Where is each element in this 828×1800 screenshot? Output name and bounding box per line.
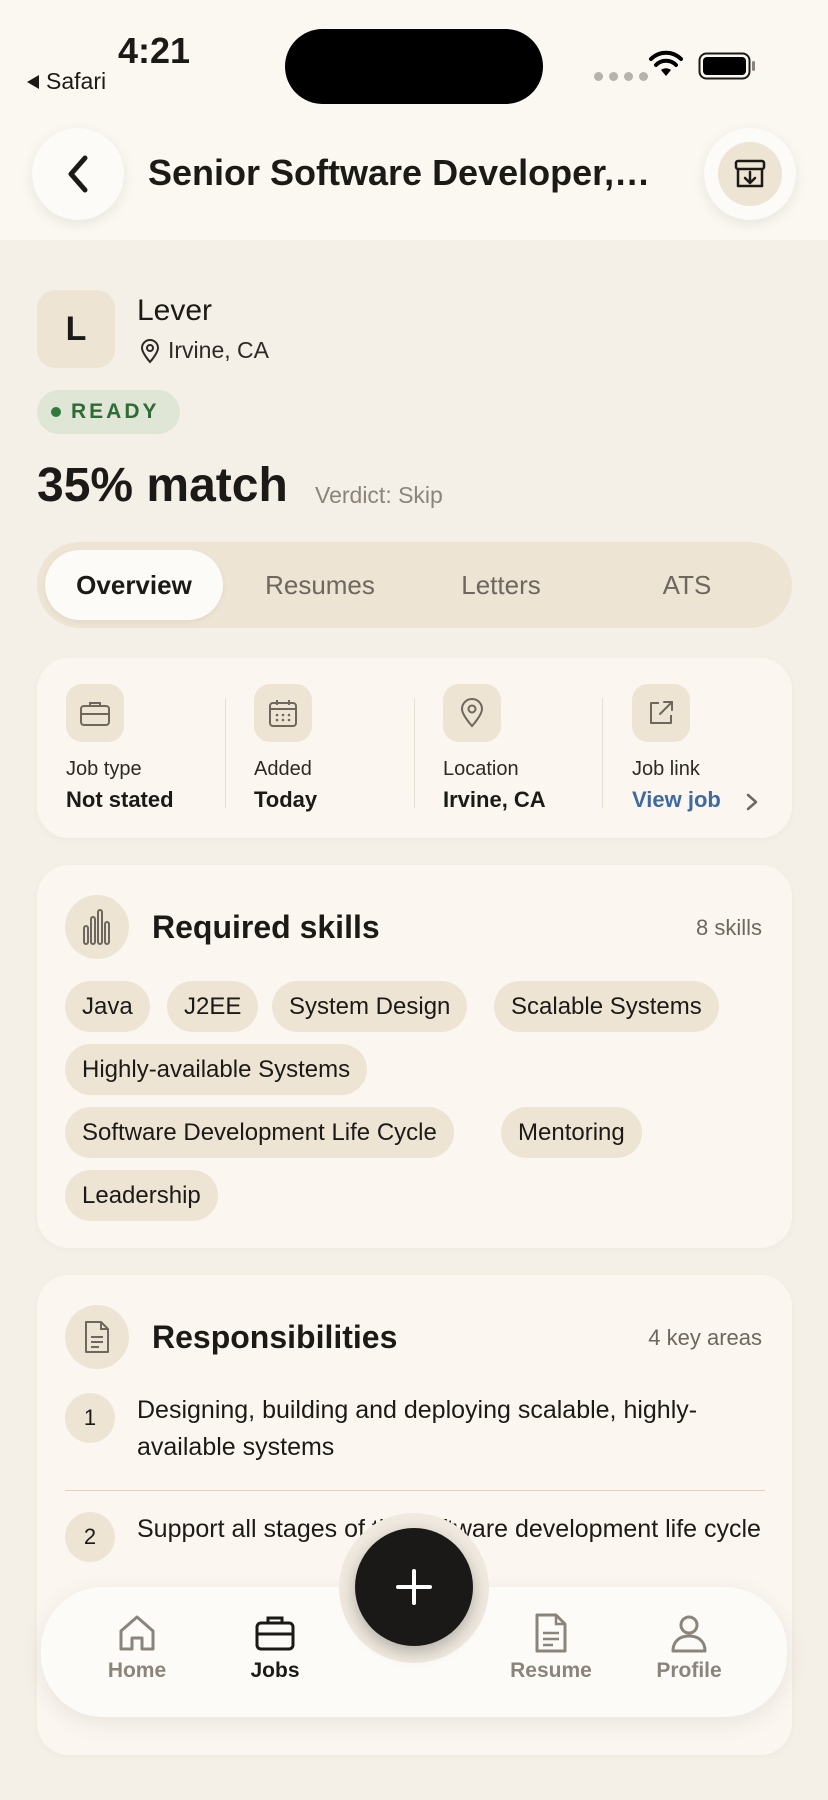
info-label: Job link bbox=[632, 758, 700, 780]
skills-count: 8 skills bbox=[695, 915, 762, 940]
calendar-icon bbox=[269, 700, 297, 727]
responsibility-text: Designing, building and deploying scalab… bbox=[137, 1396, 698, 1461]
chevron-right-icon[interactable] bbox=[745, 792, 759, 812]
status-badge: READY bbox=[37, 390, 180, 434]
required-skills-card: Required skills 8 skills Java J2EE Syste… bbox=[37, 865, 792, 1248]
nav-label: Jobs bbox=[250, 1659, 300, 1682]
page-header: Senior Software Developer,… bbox=[0, 110, 828, 240]
nav-resume[interactable]: Resume bbox=[496, 1613, 606, 1683]
back-to-app-link[interactable]: Safari bbox=[26, 68, 106, 95]
dynamic-island bbox=[285, 29, 543, 104]
skill-chip: Software Development Life Cycle bbox=[65, 1107, 454, 1158]
info-value: Irvine, CA bbox=[443, 787, 546, 812]
skill-chip: J2EE bbox=[167, 981, 259, 1032]
company-location-text: Irvine, CA bbox=[168, 337, 269, 363]
status-bar: 4:21 Safari bbox=[0, 0, 828, 110]
info-value: Today bbox=[254, 787, 318, 812]
page-title: Senior Software Developer,… bbox=[148, 152, 651, 193]
chevron-left-icon bbox=[68, 155, 88, 193]
skills-section-icon bbox=[65, 895, 129, 959]
add-button[interactable] bbox=[355, 1528, 473, 1646]
back-triangle-icon bbox=[27, 74, 39, 89]
tab-bar: Overview Resumes Letters ATS bbox=[37, 542, 792, 628]
skill-chip: Mentoring bbox=[501, 1107, 642, 1158]
home-icon bbox=[119, 1615, 155, 1651]
divider bbox=[602, 698, 603, 808]
skill-chip: Leadership bbox=[65, 1170, 218, 1221]
person-icon bbox=[671, 1615, 707, 1653]
plus-icon bbox=[396, 1569, 432, 1605]
divider bbox=[414, 698, 415, 808]
bar-chart-icon bbox=[83, 909, 110, 945]
skill-chip: Highly-available Systems bbox=[65, 1044, 368, 1095]
responsibilities-count: 4 key areas bbox=[648, 1325, 762, 1350]
responsibility-number: 2 bbox=[65, 1512, 115, 1562]
signal-dots-icon bbox=[594, 72, 648, 81]
nav-label: Resume bbox=[510, 1659, 592, 1682]
battery-icon bbox=[698, 52, 755, 80]
responsibilities-section-icon bbox=[65, 1305, 129, 1369]
briefcase-icon bbox=[255, 1616, 295, 1651]
divider bbox=[65, 1490, 765, 1491]
nav-home[interactable]: Home bbox=[82, 1613, 192, 1683]
briefcase-icon bbox=[80, 702, 110, 726]
skill-chip: Scalable Systems bbox=[494, 981, 719, 1032]
nav-profile[interactable]: Profile bbox=[634, 1613, 744, 1683]
company-avatar: L bbox=[37, 290, 115, 368]
company-location: Irvine, CA bbox=[140, 337, 269, 364]
archive-button[interactable] bbox=[704, 128, 796, 220]
status-dot-icon bbox=[51, 407, 61, 417]
verdict-text: Verdict: Skip bbox=[315, 482, 443, 508]
info-job-type: Job type Not stated bbox=[66, 684, 174, 813]
job-info-card: Job type Not stated Added Today Location… bbox=[37, 658, 792, 838]
skill-chip: System Design bbox=[272, 981, 468, 1032]
nav-label: Home bbox=[107, 1659, 167, 1682]
info-label: Job type bbox=[66, 758, 142, 780]
nav-jobs[interactable]: Jobs bbox=[220, 1613, 330, 1683]
info-added: Added Today bbox=[254, 684, 317, 813]
section-title: Required skills bbox=[152, 909, 380, 945]
info-job-link[interactable]: Job link View job bbox=[632, 684, 721, 813]
wifi-icon bbox=[649, 50, 683, 76]
location-pin-icon bbox=[460, 698, 484, 728]
info-location: Location Irvine, CA bbox=[443, 684, 546, 813]
status-time: 4:21 bbox=[118, 30, 191, 71]
skill-chip: Java bbox=[65, 981, 150, 1032]
back-app-label: Safari bbox=[46, 68, 107, 94]
archive-icon bbox=[734, 159, 766, 188]
info-label: Added bbox=[254, 758, 312, 780]
location-pin-icon bbox=[140, 338, 160, 364]
document-icon bbox=[535, 1613, 567, 1653]
nav-label: Profile bbox=[656, 1659, 722, 1682]
info-value: Not stated bbox=[66, 787, 174, 812]
tab-ats[interactable]: ATS bbox=[607, 550, 767, 620]
info-label: Location bbox=[443, 758, 519, 780]
status-badge-label: READY bbox=[71, 400, 160, 423]
tab-overview[interactable]: Overview bbox=[45, 550, 223, 620]
tab-resumes[interactable]: Resumes bbox=[235, 550, 405, 620]
view-job-link[interactable]: View job bbox=[632, 787, 721, 813]
document-icon bbox=[85, 1321, 109, 1353]
tab-letters[interactable]: Letters bbox=[421, 550, 581, 620]
external-link-icon bbox=[650, 701, 673, 724]
divider bbox=[225, 698, 226, 808]
company-name: Lever bbox=[137, 294, 213, 327]
section-title: Responsibilities bbox=[152, 1319, 398, 1355]
match-score: 35% match bbox=[37, 459, 288, 512]
back-button[interactable] bbox=[32, 128, 124, 220]
responsibility-number: 1 bbox=[65, 1393, 115, 1443]
